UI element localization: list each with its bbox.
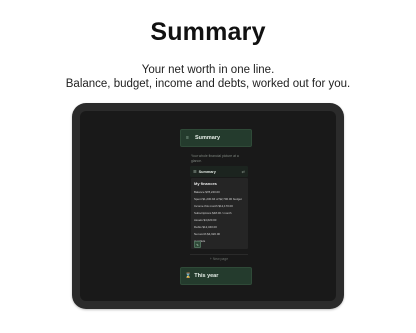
new-page-button[interactable]: + New page (190, 257, 248, 261)
summary-card[interactable]: ☰ Summary ⇄ (190, 166, 248, 177)
summary-description: Your whole financial picture at a glance… (191, 154, 239, 163)
this-year-header[interactable]: ⌛ This year (180, 267, 252, 285)
summary-icon: ≡ (186, 135, 189, 141)
finance-line-income: Income this month $12,170.00 (194, 204, 233, 209)
finances-list: Balance $78,240.00 Spent $1,230.94 of $2… (194, 189, 245, 245)
page-title: Summary (150, 18, 266, 46)
summary-card-title: Summary (198, 169, 216, 174)
finance-line-net-worth: Net worth $4,620.00 (194, 232, 221, 237)
app-screen: ≡ Summary Your whole financial picture a… (80, 111, 336, 301)
finances-panel: My finances Balance $78,240.00 Spent $1,… (191, 178, 248, 249)
tablet-frame: ≡ Summary Your whole financial picture a… (72, 103, 344, 309)
divider (190, 254, 248, 255)
subtitle-line: Balance, budget, income and debts, worke… (65, 78, 351, 90)
list-icon: ☰ (193, 169, 197, 174)
finance-line-subscriptions: Subscriptions $48.00 / month (194, 211, 232, 216)
finance-line-balance: Balance $78,240.00 (194, 190, 220, 194)
finance-line-wallets: 4 wallets (194, 238, 245, 245)
page-subtitle: Your net worth in one line. Balance, bud… (0, 63, 416, 91)
finance-line-debts: Debts $12,340.00 (194, 225, 217, 230)
hourglass-icon: ⌛ (185, 273, 192, 279)
summary-header[interactable]: ≡ Summary (180, 129, 252, 147)
finances-title: My finances (194, 181, 217, 186)
this-year-title: This year (194, 273, 219, 279)
subtitle-line: Your net worth in one line. (141, 64, 275, 76)
summary-header-title: Summary (195, 135, 221, 141)
finance-line-budget: Spent $1,230.94 of $2,700.00 budget (194, 197, 242, 202)
collapse-icon[interactable]: ⇄ (242, 169, 245, 174)
finance-line-assets: Assets $4,620.00 (194, 218, 217, 223)
edit-icon[interactable]: ✎ (194, 241, 201, 248)
